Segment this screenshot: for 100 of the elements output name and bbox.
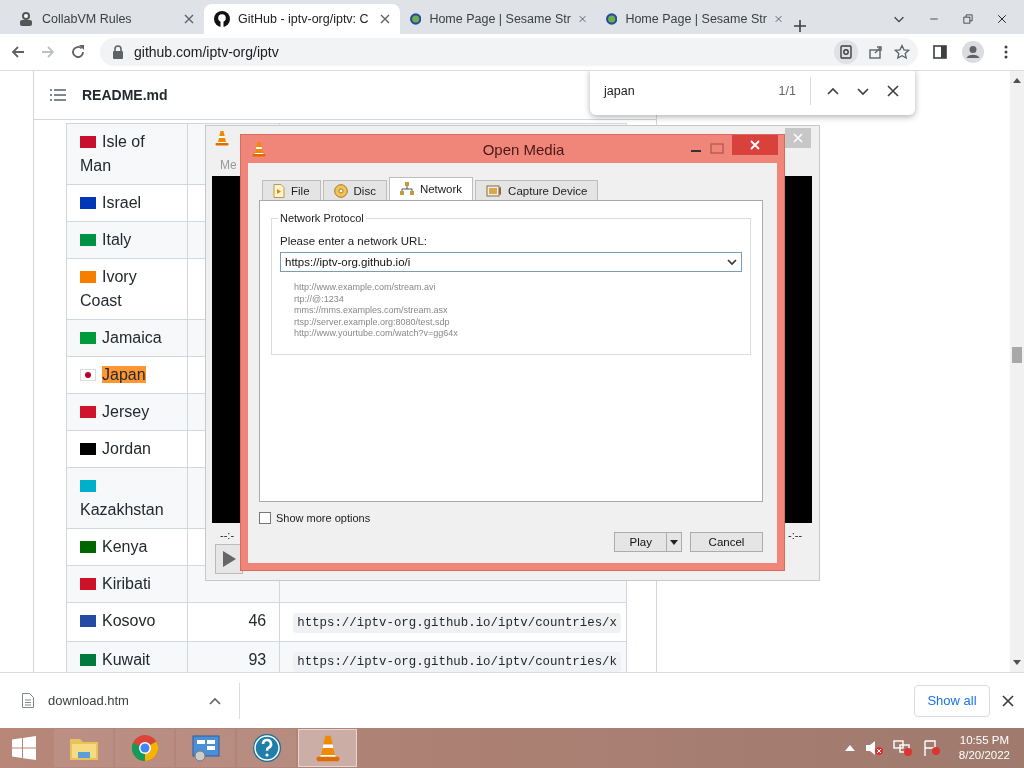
back-icon[interactable]: [10, 44, 26, 60]
help-icon: [251, 733, 282, 763]
country-cell: Kuwait: [66, 641, 187, 672]
country-cell: Italy: [66, 221, 187, 259]
capture-card-icon: [486, 183, 503, 198]
example-url: mms://mms.examples.com/stream.asx: [294, 305, 449, 317]
flag-icon: [80, 197, 96, 209]
star-icon[interactable]: [894, 44, 910, 60]
match-count: 1/1: [778, 84, 796, 98]
dialog-tab[interactable]: Disc: [322, 180, 387, 200]
flag-icon: [80, 443, 96, 455]
control-panel-icon: [190, 734, 221, 762]
close-icon[interactable]: [380, 14, 390, 24]
scroll-down-icon[interactable]: [1013, 660, 1021, 666]
lock-icon[interactable]: [112, 45, 124, 59]
profile-icon[interactable]: [962, 41, 984, 63]
group-title: Network Protocol: [278, 212, 366, 224]
scroll-up-icon[interactable]: [1013, 77, 1021, 83]
flag-icon: [80, 369, 96, 381]
chevron-up-icon[interactable]: [844, 745, 855, 751]
playlist-url: https://iptv-org.github.io/iptv/countries/k: [293, 652, 621, 672]
channel-count: 46: [248, 612, 267, 629]
country-cell: Kazakhstan: [66, 467, 187, 529]
close-icon[interactable]: [1002, 694, 1014, 707]
new-tab-icon[interactable]: [792, 18, 808, 34]
clock[interactable]: 10:55 PM 8/20/2022: [958, 733, 1010, 763]
browser-tab[interactable]: GitHub - iptv-org/iptv: C: [204, 4, 400, 34]
dialog-tab[interactable]: File: [262, 180, 321, 200]
example-url: rtsp://server.example.org:8080/test.sdp: [294, 316, 451, 328]
muted-speaker-icon[interactable]: [864, 740, 883, 756]
taskbar-app[interactable]: [115, 729, 174, 767]
browser-tab[interactable]: CollabVM Rules: [8, 4, 204, 34]
download-item[interactable]: download.htm: [48, 693, 195, 708]
circle-logo-icon: [410, 11, 422, 27]
country-cell: Jersey: [66, 393, 187, 431]
url-label: Please enter a network URL:: [280, 235, 429, 247]
cancel-button[interactable]: Cancel: [690, 532, 763, 552]
play-button[interactable]: [215, 544, 243, 574]
reload-icon[interactable]: [70, 44, 86, 60]
start-icon[interactable]: [12, 736, 36, 760]
close-icon[interactable]: [885, 83, 901, 99]
show-all-button[interactable]: Show all: [914, 684, 990, 717]
github-icon: [214, 11, 230, 27]
vlc-cone-icon: [214, 130, 230, 146]
flag-icon: [80, 234, 96, 246]
side-panel-icon[interactable]: [932, 44, 948, 60]
flag-icon[interactable]: [922, 740, 941, 756]
playlist-url: https://iptv-org.github.io/iptv/countries/x: [293, 613, 621, 633]
example-url: rtp://@:1234: [294, 293, 345, 305]
flag-icon: [80, 541, 96, 553]
flag-icon: [80, 615, 96, 627]
dropdown-icon[interactable]: [670, 539, 679, 545]
computer-user-icon: [18, 11, 34, 27]
play-button[interactable]: Play: [614, 532, 682, 552]
file-icon: [22, 693, 34, 708]
checkbox[interactable]: [259, 512, 271, 524]
chrome-icon: [130, 734, 159, 762]
taskbar-app[interactable]: [298, 729, 357, 767]
close-button[interactable]: [732, 135, 778, 155]
find-in-page-icon[interactable]: [834, 40, 858, 64]
taskbar-app[interactable]: [237, 729, 296, 767]
restore-icon[interactable]: [962, 13, 974, 25]
flag-icon: [80, 480, 96, 492]
list-icon[interactable]: [50, 88, 66, 102]
checkbox-label: Show more options: [276, 512, 371, 524]
file-icon: [273, 183, 285, 198]
flag-icon: [80, 406, 96, 418]
browser-tab[interactable]: Home Page | Sesame Str: [596, 4, 792, 34]
url-field[interactable]: https://iptv-org.github.io/i: [280, 252, 742, 272]
caret-up-icon[interactable]: [209, 696, 221, 705]
example-url: http://www.yourtube.com/watch?v=gg64x: [294, 328, 459, 340]
flag-icon: [80, 578, 96, 590]
scrollbar[interactable]: [1010, 71, 1024, 672]
play-icon[interactable]: [222, 551, 236, 567]
circle-logo-icon: [606, 11, 618, 27]
country-cell: Ivory Coast: [66, 258, 187, 320]
country-cell: Kosovo: [66, 602, 187, 642]
vlc-cone-icon: [251, 141, 267, 157]
close-icon[interactable]: [996, 13, 1008, 25]
flag-icon: [80, 136, 96, 148]
browser-tab[interactable]: Home Page | Sesame Str: [400, 4, 596, 34]
find-field[interactable]: japan: [604, 84, 765, 98]
country-cell: Israel: [66, 184, 187, 222]
network-icon[interactable]: [892, 740, 913, 756]
country-cell: Jordan: [66, 430, 187, 468]
taskbar-app[interactable]: [176, 729, 235, 767]
dialog-tab[interactable]: Capture Device: [475, 180, 599, 200]
channel-count: 93: [248, 651, 267, 668]
total-time: -:--: [788, 529, 803, 541]
share-icon[interactable]: [868, 44, 884, 60]
dropdown-icon[interactable]: [727, 258, 737, 266]
country-cell: Kiribati: [66, 565, 187, 603]
flag-icon: [80, 654, 96, 666]
country-cell: Jamaica: [66, 319, 187, 357]
file-title: README.md: [82, 87, 168, 103]
country-cell: Kenya: [66, 528, 187, 566]
dialog-tab[interactable]: Network: [388, 177, 474, 200]
country-cell: Japan: [66, 356, 187, 394]
scrollbar-thumb[interactable]: [1012, 347, 1022, 363]
elapsed-time: --:-: [220, 529, 235, 541]
